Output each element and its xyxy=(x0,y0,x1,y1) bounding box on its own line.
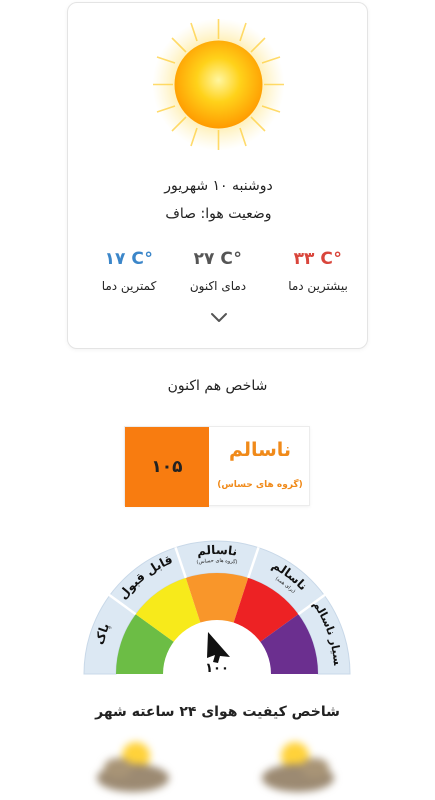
max-temp-label: بیشترین دما xyxy=(288,279,348,293)
forecast-sun-cloud-icon xyxy=(97,742,169,792)
aqi-section-title: شاخص هم اکنون xyxy=(167,378,268,394)
current-temp-label: دمای اکنون xyxy=(189,279,247,293)
aqi-status: ناسالم xyxy=(228,439,292,461)
min-temp: ۱۷ C° کمترین دما xyxy=(84,249,174,293)
sun-icon xyxy=(152,18,285,151)
gauge-needle-value: ۱۰۰ xyxy=(205,661,229,676)
weather-card: دوشنبه ۱۰ شهریور وضعیت هوا: صاف ۳۳ C° بی… xyxy=(67,2,368,349)
current-temp: ۲۷ C° دمای اکنون xyxy=(173,249,263,293)
gauge-label-sensitive: ناسالم xyxy=(196,543,238,559)
weather-condition: وضعیت هوا: صاف xyxy=(165,206,272,222)
chevron-down-icon[interactable] xyxy=(209,311,229,325)
aqi-gauge: پاک قابل قبول ناسالم (گروه های حساس) ناس… xyxy=(82,536,351,676)
city-24h-title: شاخص کیفیت هوای ۲۴ ساعته شهر xyxy=(95,704,340,720)
min-temp-value: ۱۷ C° xyxy=(104,249,154,269)
aqi-box: ۱۰۵ ناسالم (گروه های حساس) xyxy=(124,426,310,507)
aqi-value: ۱۰۵ xyxy=(125,427,209,507)
date-text: دوشنبه ۱۰ شهریور xyxy=(164,178,273,194)
min-temp-label: کمترین دما xyxy=(101,279,157,293)
svg-text:ناسالم: ناسالم xyxy=(196,543,238,559)
forecast-sun-cloud-icon xyxy=(262,742,334,792)
aqi-sub-status: (گروه های حساس) xyxy=(217,480,303,490)
max-temp: ۳۳ C° بیشترین دما xyxy=(273,249,363,293)
max-temp-value: ۳۳ C° xyxy=(293,249,343,269)
current-temp-value: ۲۷ C° xyxy=(193,249,243,269)
